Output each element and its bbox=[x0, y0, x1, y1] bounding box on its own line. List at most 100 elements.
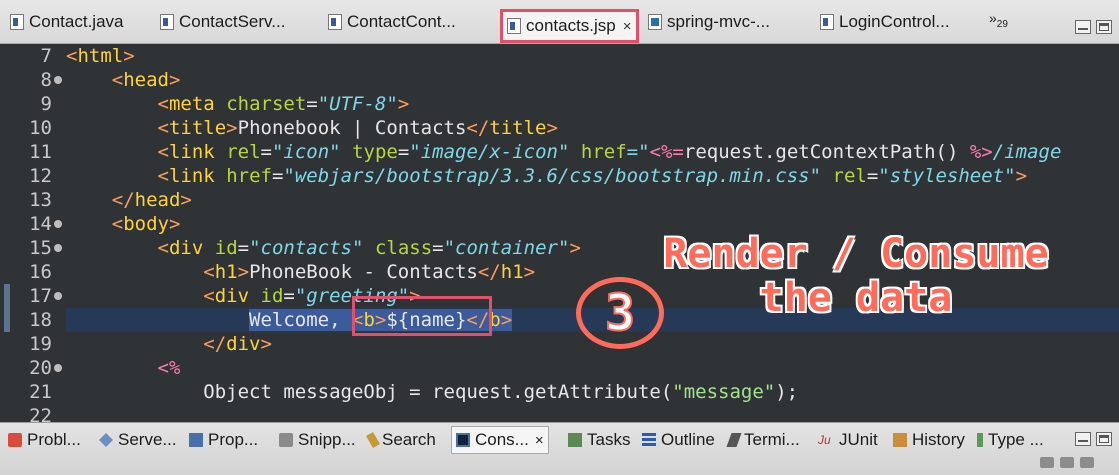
line-number: 10 bbox=[29, 117, 52, 139]
attr-value: /image bbox=[992, 141, 1062, 163]
tab-label: Prop... bbox=[208, 430, 259, 449]
tab-servers[interactable]: Serve... bbox=[99, 428, 177, 452]
line-number: 20 bbox=[29, 357, 52, 379]
java-statement-end: ); bbox=[775, 381, 799, 403]
line-number: 14 bbox=[29, 213, 52, 235]
outline-icon bbox=[642, 433, 656, 447]
tab-spring-mvc-pom[interactable]: spring-mvc-... bbox=[648, 6, 770, 38]
tab-contact-java[interactable]: Contact.java bbox=[10, 6, 124, 38]
search-icon bbox=[366, 431, 380, 449]
tab-label: ContactCont... bbox=[347, 12, 456, 31]
tab-label: Outline bbox=[661, 430, 715, 449]
view-maximize-button[interactable] bbox=[1096, 432, 1112, 446]
code-editor[interactable]: 7 <html> 8 <head> 9 <meta charset="UTF-8"… bbox=[0, 44, 1119, 422]
tasks-icon bbox=[568, 433, 582, 447]
tab-label: Tasks bbox=[587, 430, 631, 449]
tab-label: Termi... bbox=[744, 430, 800, 449]
attr-value: "contacts" bbox=[249, 237, 364, 259]
overflow-count: 29 bbox=[996, 18, 1008, 30]
annotation-text: Render / Consume the data bbox=[626, 232, 1086, 320]
tab-problems[interactable]: Probl... bbox=[8, 428, 81, 452]
tab-properties[interactable]: Prop... bbox=[189, 428, 258, 452]
tab-label: JUnit bbox=[839, 430, 878, 449]
close-icon[interactable]: × bbox=[535, 432, 544, 449]
fold-toggle-icon[interactable] bbox=[54, 292, 62, 300]
name-highlight-box bbox=[352, 296, 492, 336]
java-statement: Object messageObj = request.getAttribute… bbox=[203, 381, 673, 403]
tab-junit[interactable]: Ju JUnit bbox=[818, 428, 878, 452]
java-file-icon bbox=[10, 14, 24, 30]
line-number: 17 bbox=[29, 285, 52, 307]
tab-label: Contact.java bbox=[29, 12, 124, 31]
terminal-icon bbox=[726, 433, 742, 447]
snippets-icon bbox=[279, 433, 293, 447]
view-minimize-button[interactable] bbox=[1075, 432, 1091, 446]
close-icon[interactable]: × bbox=[623, 18, 632, 35]
tab-login-controller[interactable]: LoginControl... bbox=[820, 6, 950, 38]
tab-label: spring-mvc-... bbox=[667, 12, 770, 31]
attr-value: "icon" bbox=[271, 141, 341, 163]
maximize-button[interactable] bbox=[1096, 20, 1112, 34]
jsp-expression: request.getContextPath() bbox=[683, 141, 970, 163]
fold-toggle-icon[interactable] bbox=[54, 220, 62, 228]
tab-label: contacts.jsp bbox=[526, 16, 616, 35]
java-file-icon bbox=[820, 14, 834, 30]
code-line: <body> bbox=[111, 213, 181, 235]
junit-icon: Ju bbox=[818, 433, 831, 447]
tab-label: LoginControl... bbox=[839, 12, 950, 31]
trim-stack-icon[interactable] bbox=[1080, 457, 1094, 468]
jsp-file-icon bbox=[507, 18, 521, 34]
line-number: 8 bbox=[40, 69, 52, 91]
fold-toggle-icon[interactable] bbox=[54, 244, 62, 252]
code-line: <html> bbox=[66, 45, 135, 67]
tab-label: Cons... bbox=[475, 430, 529, 449]
java-file-icon bbox=[328, 14, 342, 30]
trim-stack-icon[interactable] bbox=[1060, 457, 1074, 468]
string-literal: "message" bbox=[672, 381, 776, 403]
tab-overflow-button[interactable]: »29 bbox=[989, 10, 1008, 30]
console-icon bbox=[456, 433, 470, 447]
fold-toggle-icon[interactable] bbox=[54, 76, 62, 84]
tab-label: Snipp... bbox=[298, 430, 356, 449]
tab-type-hierarchy[interactable]: Type ... bbox=[977, 428, 1044, 452]
line-number: 9 bbox=[40, 93, 52, 115]
title-text: Phonebook | Contacts bbox=[237, 117, 467, 139]
tab-label: History bbox=[912, 430, 965, 449]
h1-text: PhoneBook - Contacts bbox=[249, 261, 478, 283]
tab-history[interactable]: History bbox=[893, 428, 965, 452]
line-number: 7 bbox=[40, 45, 52, 67]
maven-file-icon bbox=[648, 14, 662, 30]
tab-console[interactable]: Cons... × bbox=[451, 426, 549, 454]
tab-outline[interactable]: Outline bbox=[642, 428, 715, 452]
editor-tab-bar: Contact.java ContactServ... ContactCont.… bbox=[0, 0, 1119, 44]
code-line: <link rel="icon" type="image/x-icon" hre… bbox=[157, 141, 1062, 163]
line-number: 11 bbox=[29, 141, 52, 163]
type-hierarchy-icon bbox=[977, 433, 983, 447]
tab-contacts-jsp[interactable]: contacts.jsp × bbox=[500, 9, 639, 43]
tab-terminal[interactable]: Termi... bbox=[726, 428, 800, 452]
fold-toggle-icon[interactable] bbox=[54, 364, 62, 372]
attr-value: "webjars/bootstrap/3.3.6/css/bootstrap.m… bbox=[283, 165, 822, 187]
java-file-icon bbox=[160, 14, 174, 30]
history-icon bbox=[893, 433, 907, 447]
code-line: Object messageObj = request.getAttribute… bbox=[66, 380, 798, 404]
trim-stack-icon[interactable] bbox=[1040, 457, 1054, 468]
tab-contact-service[interactable]: ContactServ... bbox=[160, 6, 285, 38]
code-line: </div> bbox=[203, 333, 272, 355]
code-line: <div id="contacts" class="container"> bbox=[157, 237, 581, 259]
tab-search[interactable]: Search bbox=[366, 428, 436, 452]
line-number: 18 bbox=[29, 309, 52, 331]
line-number: 15 bbox=[29, 237, 52, 259]
tab-snippets[interactable]: Snipp... bbox=[279, 428, 356, 452]
line-number: 19 bbox=[29, 333, 52, 355]
tab-contact-controller[interactable]: ContactCont... bbox=[328, 6, 456, 38]
attr-value: "UTF-8" bbox=[317, 93, 398, 115]
annotation-line-2: the data bbox=[759, 275, 953, 321]
attr-value: "container" bbox=[443, 237, 570, 259]
line-number: 21 bbox=[29, 381, 52, 403]
view-tab-bar: Probl... Serve... Prop... Snipp... Searc… bbox=[0, 422, 1119, 475]
minimize-button[interactable] bbox=[1075, 20, 1091, 34]
problems-icon bbox=[8, 433, 22, 447]
tab-tasks[interactable]: Tasks bbox=[568, 428, 630, 452]
welcome-text: Welcome, bbox=[249, 309, 352, 331]
